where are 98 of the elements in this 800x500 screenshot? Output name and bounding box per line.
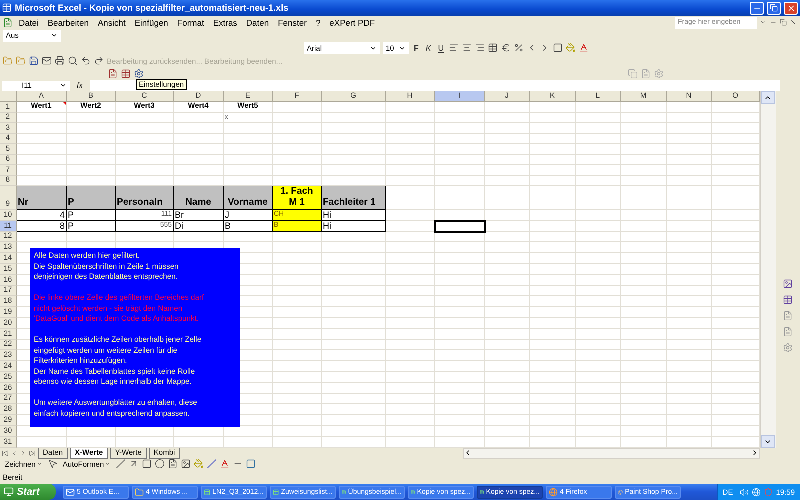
window-title: Microsoft Excel - Kopie von spezialfilter_automatisiert-neu-1.xls xyxy=(15,3,290,13)
menu-item[interactable]: Ansicht xyxy=(94,18,129,28)
table-cell: Personaln xyxy=(116,186,174,210)
align-left-icon[interactable] xyxy=(449,43,459,53)
menu-item[interactable]: Daten xyxy=(243,18,272,28)
line-color-icon[interactable] xyxy=(207,459,218,469)
folder-icon xyxy=(135,488,144,496)
align-center-icon[interactable] xyxy=(462,43,472,53)
settings-icon[interactable] xyxy=(134,69,144,79)
close-icon xyxy=(786,4,796,12)
format-button[interactable]: K xyxy=(424,44,434,52)
caret-icon[interactable] xyxy=(760,19,767,26)
restore-icon xyxy=(770,4,778,12)
document-icon[interactable] xyxy=(3,18,13,28)
speaker-icon[interactable] xyxy=(740,488,750,496)
network-icon[interactable] xyxy=(752,488,762,496)
menu-item[interactable]: ? xyxy=(312,18,324,28)
vertical-scrollbar[interactable] xyxy=(760,91,776,448)
menu-item[interactable]: Datei xyxy=(16,18,42,28)
scroll-up-button[interactable] xyxy=(761,91,775,104)
first-sheet-icon[interactable] xyxy=(2,450,9,456)
restore-button[interactable] xyxy=(767,2,781,14)
restore-icon[interactable] xyxy=(780,19,787,26)
ellipse-icon[interactable] xyxy=(155,459,166,469)
close-button[interactable] xyxy=(784,2,798,14)
fill-color-icon[interactable] xyxy=(194,459,204,469)
printer-icon[interactable] xyxy=(55,56,65,66)
percent-icon[interactable] xyxy=(514,43,524,53)
euro-icon[interactable] xyxy=(501,43,511,53)
text-box-icon[interactable] xyxy=(168,459,178,469)
picture-icon[interactable] xyxy=(181,459,192,469)
windows-icon xyxy=(4,487,14,497)
table-cell: Hi xyxy=(322,210,386,221)
previous-sheet-icon[interactable] xyxy=(11,450,18,456)
rectangle-icon[interactable] xyxy=(142,459,152,469)
font-color-icon[interactable] xyxy=(579,43,589,53)
font-color-icon[interactable] xyxy=(220,459,230,469)
shadow-icon[interactable] xyxy=(246,459,256,469)
sheet-icon xyxy=(204,488,211,496)
format-button[interactable]: U xyxy=(436,44,446,52)
mail-icon[interactable] xyxy=(42,56,52,66)
arrow-icon[interactable] xyxy=(129,459,140,469)
border-icon[interactable] xyxy=(553,43,563,53)
menu-item[interactable]: Bearbeiten xyxy=(44,18,92,28)
minimize-button[interactable] xyxy=(750,2,764,14)
menu-item[interactable]: Fenster xyxy=(275,18,310,28)
worksheet-grid[interactable] xyxy=(0,91,760,448)
table-cell: Fachleiter 1 xyxy=(322,186,386,210)
excel-icon xyxy=(2,3,12,13)
fill-color-icon[interactable] xyxy=(566,43,576,53)
table-cell: 4 xyxy=(17,210,67,221)
menu-item[interactable]: eXPert PDF xyxy=(326,18,378,28)
pointer-icon[interactable] xyxy=(48,459,58,469)
last-sheet-icon[interactable] xyxy=(29,450,36,456)
selected-cell[interactable] xyxy=(435,220,485,232)
align-right-icon[interactable] xyxy=(475,43,485,53)
horizontal-scrollbar[interactable] xyxy=(463,448,760,458)
table-cell: P xyxy=(67,186,116,210)
paint-icon xyxy=(618,488,624,496)
formula-field[interactable] xyxy=(90,80,780,92)
close-icon[interactable] xyxy=(790,19,797,26)
caret-icon xyxy=(36,461,43,467)
table-cell: Hi xyxy=(322,220,386,232)
menu-item[interactable]: Format xyxy=(174,18,208,28)
sheet-icon xyxy=(342,488,346,496)
table-icon[interactable] xyxy=(783,295,793,305)
next-sheet-icon[interactable] xyxy=(20,450,27,456)
sheet-icon xyxy=(480,488,484,496)
search-icon[interactable] xyxy=(68,56,78,66)
sheet-icon xyxy=(273,488,280,496)
table-cell: 1. Fach M 1 xyxy=(273,186,322,210)
menu-item[interactable]: Extras xyxy=(210,18,240,28)
table-cell: 8 xyxy=(17,220,67,232)
caret-icon xyxy=(60,82,67,89)
picture-icon[interactable] xyxy=(783,279,793,289)
table-cell: Di xyxy=(174,220,224,232)
table-cell: Vorname xyxy=(224,186,273,210)
table-cell: Name xyxy=(174,186,224,210)
table-cell: Nr xyxy=(17,186,67,210)
mail-icon xyxy=(66,488,75,496)
line-icon[interactable] xyxy=(116,459,126,469)
undo-icon[interactable] xyxy=(81,56,91,66)
sheet-icon xyxy=(411,488,416,496)
table-icon[interactable] xyxy=(121,69,131,79)
table-cell: P xyxy=(67,220,116,232)
document-icon[interactable] xyxy=(108,69,118,79)
caret-icon xyxy=(370,44,377,52)
caret-icon xyxy=(398,44,406,52)
redo-icon[interactable] xyxy=(94,56,104,66)
browser-icon xyxy=(549,488,558,496)
table-cell: P xyxy=(67,210,116,221)
format-button[interactable]: F xyxy=(412,44,421,52)
caret-icon xyxy=(105,461,112,467)
merge-cells-icon[interactable] xyxy=(488,43,498,53)
menu-item[interactable]: Einfügen xyxy=(132,18,172,28)
caret-icon xyxy=(51,32,58,39)
save-icon[interactable] xyxy=(29,56,39,66)
table-cell: Br xyxy=(174,210,224,221)
